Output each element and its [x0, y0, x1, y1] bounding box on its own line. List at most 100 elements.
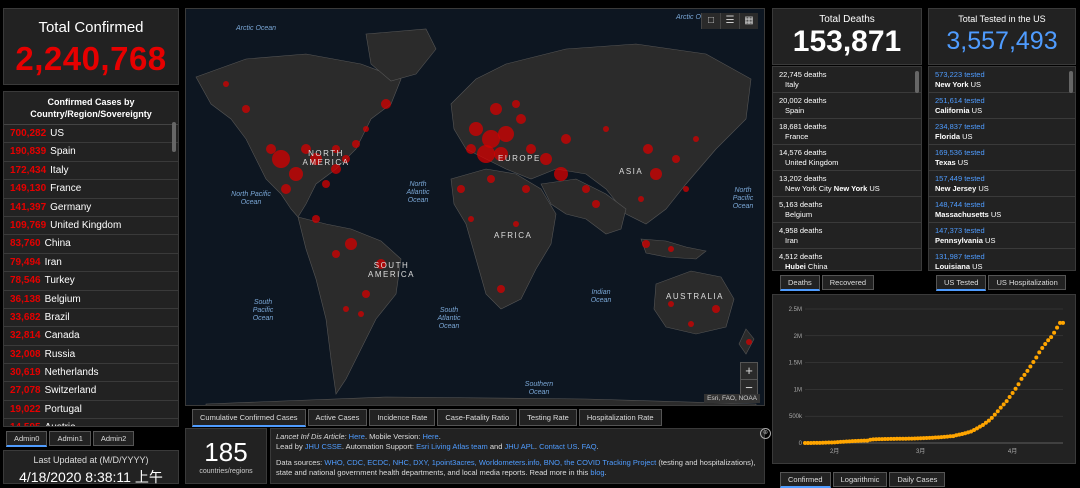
faq-link[interactable]: FAQ: [582, 442, 597, 451]
country-row[interactable]: 32,008 Russia: [4, 346, 178, 365]
grid-icon[interactable]: ▦: [739, 13, 758, 29]
country-count: 700,282: [10, 128, 47, 139]
total-deaths-panel: Total Deaths 153,871: [772, 8, 922, 65]
deaths-row[interactable]: 13,202 deaths New York City New York US: [773, 171, 921, 197]
tab-incidence-rate[interactable]: Incidence Rate: [369, 409, 436, 426]
country-count: 32,814: [10, 330, 41, 342]
tab-case-fatality[interactable]: Case-Fatality Ratio: [437, 409, 518, 426]
tested-row[interactable]: 157,449 tested New Jersey US: [929, 171, 1075, 197]
country-list-header: Confirmed Cases by Country/Region/Sovere…: [4, 92, 178, 125]
deaths-location: United Kingdom: [779, 158, 915, 168]
tested-state: New Jersey: [935, 183, 977, 193]
deaths-count: 4,512 deaths: [779, 252, 823, 261]
country-row[interactable]: 30,619 Netherlands: [4, 364, 178, 383]
tested-row[interactable]: 147,373 tested Pennsylvania US: [929, 223, 1075, 249]
lancet-link[interactable]: Here: [349, 432, 365, 441]
tab-active-cases[interactable]: Active Cases: [307, 409, 368, 426]
deaths-row[interactable]: 14,576 deaths United Kingdom: [773, 145, 921, 171]
zoom-in-button[interactable]: +: [740, 362, 758, 380]
land-australia: [653, 270, 735, 335]
world-map[interactable]: Arctic Ocean Arctic Ocean North Pacific …: [185, 8, 765, 406]
country-row[interactable]: 27,078 Switzerland: [4, 382, 178, 401]
country-row[interactable]: 190,839 Spain: [4, 143, 178, 162]
deaths-row[interactable]: 18,681 deaths France: [773, 119, 921, 145]
deaths-location-name: France: [785, 131, 809, 141]
tab-us-tested[interactable]: US Tested: [936, 275, 987, 291]
jhu-apl-link[interactable]: JHU APL: [504, 442, 534, 451]
info-line-1: Lancet Inf Dis Article: Here. Mobile Ver…: [276, 432, 759, 442]
country-name: United Kingdom: [50, 219, 122, 231]
country-name: Canada: [44, 330, 80, 342]
tab-admin0[interactable]: Admin0: [6, 431, 48, 447]
mobile-link[interactable]: Here: [422, 432, 438, 441]
tab-deaths[interactable]: Deaths: [780, 275, 820, 291]
total-deaths-title: Total Deaths: [819, 14, 875, 25]
chart-point: [1034, 355, 1039, 360]
tested-location: Pennsylvania US: [935, 236, 1069, 246]
country-row[interactable]: 32,814 Canada: [4, 327, 178, 346]
deaths-row[interactable]: 4,512 deaths Hubei China: [773, 249, 921, 270]
country-row[interactable]: 172,434 Italy: [4, 162, 178, 181]
country-row[interactable]: 83,760 China: [4, 235, 178, 254]
tab-us-hospitalization[interactable]: US Hospitalization: [988, 275, 1066, 290]
y-tick-label: 1M: [794, 387, 802, 393]
country-count: 172,434: [10, 164, 47, 176]
tab-admin1[interactable]: Admin1: [49, 431, 91, 446]
list-icon[interactable]: ☰: [720, 13, 739, 29]
land-antarctica: [205, 396, 757, 405]
jhu-csse-link[interactable]: JHU CSSE: [305, 442, 342, 451]
tested-country: US: [982, 235, 996, 245]
deaths-location: Italy: [779, 80, 915, 90]
confirmed-chart[interactable]: 0 500k 1M 1.5M 2M 2.5M 2月 3月 4月: [773, 295, 1075, 463]
country-row[interactable]: 109,769 United Kingdom: [4, 217, 178, 236]
deaths-row[interactable]: 22,745 deaths Italy: [773, 67, 921, 93]
tab-testing-rate[interactable]: Testing Rate: [519, 409, 577, 426]
country-row[interactable]: 149,130 France: [4, 180, 178, 199]
tested-row[interactable]: 169,536 tested Texas US: [929, 145, 1075, 171]
tested-row[interactable]: 148,744 tested Massachusetts US: [929, 197, 1075, 223]
country-row[interactable]: 79,494 Iran: [4, 254, 178, 273]
country-list-scrollbar[interactable]: [172, 122, 176, 152]
contact-link[interactable]: Contact US: [539, 442, 577, 451]
tested-row[interactable]: 131,987 tested Louisiana US: [929, 249, 1075, 270]
tested-row[interactable]: 234,837 tested Florida US: [929, 119, 1075, 145]
tested-country: US: [976, 183, 989, 193]
map-canvas[interactable]: [186, 9, 765, 406]
deaths-row[interactable]: 4,958 deaths Iran: [773, 223, 921, 249]
deaths-location-name: United Kingdom: [785, 157, 839, 167]
bookmark-icon[interactable]: □: [701, 13, 720, 29]
country-row[interactable]: 14,595 Austria: [4, 419, 178, 426]
country-row[interactable]: 78,546 Turkey: [4, 272, 178, 291]
country-list-panel: Confirmed Cases by Country/Region/Sovere…: [3, 91, 179, 427]
blog-link[interactable]: blog: [590, 468, 604, 477]
country-row[interactable]: 33,682 Brazil: [4, 309, 178, 328]
tab-confirmed[interactable]: Confirmed: [780, 472, 831, 488]
chart-point: [1055, 325, 1060, 330]
chart-point: [1046, 338, 1051, 343]
deaths-location-name: Spain: [785, 105, 805, 115]
tab-hospitalization-rate[interactable]: Hospitalization Rate: [578, 409, 662, 426]
tab-admin2[interactable]: Admin2: [92, 431, 135, 446]
tested-list-scrollbar[interactable]: [1069, 71, 1073, 93]
deaths-row[interactable]: 20,002 deaths Spain: [773, 93, 921, 119]
country-row[interactable]: 36,138 Belgium: [4, 291, 178, 309]
country-row[interactable]: 700,282 US: [4, 125, 178, 144]
country-name: Turkey: [44, 275, 75, 287]
tested-row[interactable]: 251,614 tested California US: [929, 93, 1075, 119]
tab-cumulative-confirmed[interactable]: Cumulative Confirmed Cases: [192, 409, 306, 427]
country-row[interactable]: 19,022 Portugal: [4, 401, 178, 420]
globe-icon[interactable]: ⊕: [760, 428, 771, 439]
country-count: 19,022: [10, 403, 41, 415]
tab-recovered[interactable]: Recovered: [821, 275, 875, 290]
deaths-location-name: Belgium: [785, 209, 813, 219]
chart-point: [1037, 350, 1042, 355]
esri-link[interactable]: Esri Living Atlas team: [416, 442, 488, 451]
tested-location: Massachusetts US: [935, 210, 1069, 220]
deaths-list-scrollbar[interactable]: [915, 71, 919, 93]
tested-row[interactable]: 573,223 tested New York US: [929, 67, 1075, 93]
deaths-row[interactable]: 5,163 deaths Belgium: [773, 197, 921, 223]
country-count: 27,078: [10, 385, 41, 397]
country-row[interactable]: 141,397 Germany: [4, 199, 178, 217]
data-sources-link[interactable]: WHO, CDC, ECDC, NHC, DXY, 1point3acres, …: [324, 458, 656, 467]
deaths-count: 14,576 deaths: [779, 148, 827, 157]
